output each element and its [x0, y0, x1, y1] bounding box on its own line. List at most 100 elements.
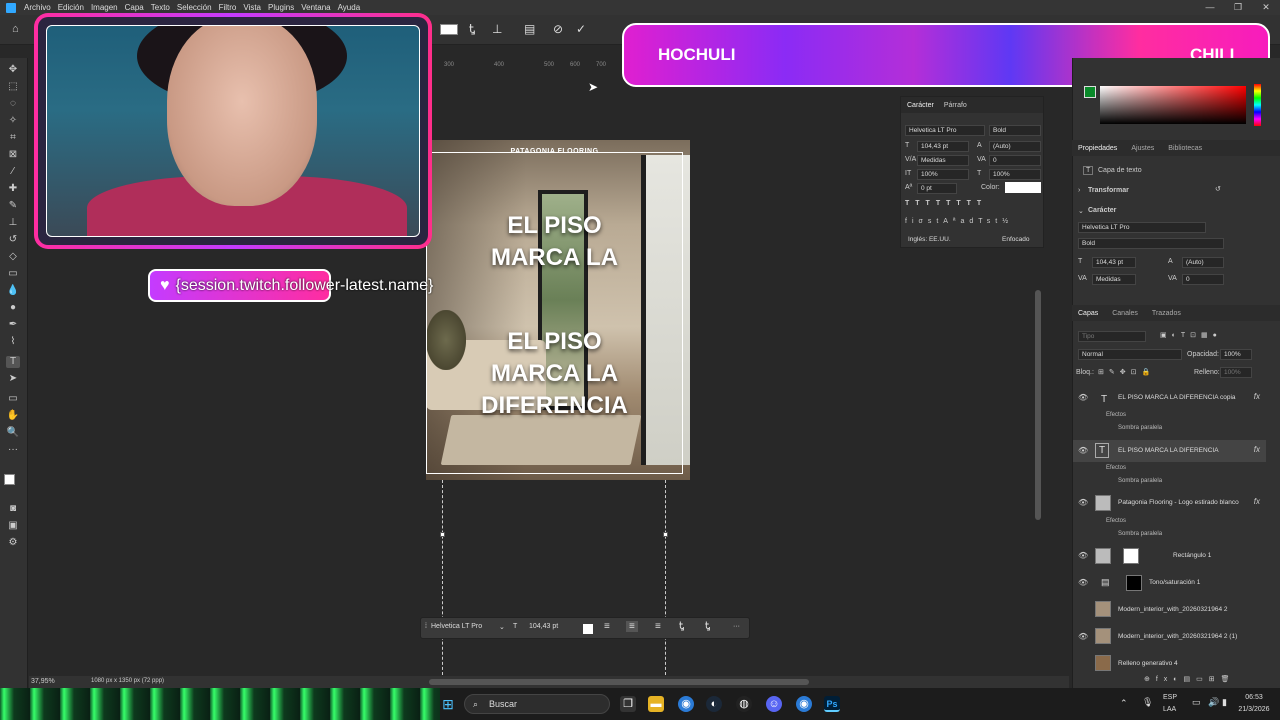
doc-text-line[interactable]: MARCA LA: [426, 242, 683, 274]
doc-text-line[interactable]: DIFERENCIA: [426, 390, 683, 422]
eraser-tool-icon[interactable]: ◇: [6, 251, 20, 263]
antialias-select[interactable]: Enfocado: [999, 235, 1043, 246]
zoom-tool-icon[interactable]: 🔍: [6, 427, 20, 439]
marquee-tool-icon[interactable]: ⬚: [6, 81, 20, 93]
quick-mask-icon[interactable]: ◙: [6, 503, 20, 515]
prop-tracking[interactable]: 0: [1182, 274, 1224, 285]
photoshop-taskbar-icon[interactable]: Ps: [824, 696, 840, 712]
dodge-tool-icon[interactable]: ●: [6, 302, 20, 314]
text-options-icon[interactable]: Ꮏ: [705, 621, 710, 632]
transform-section[interactable]: Transformar: [1088, 187, 1129, 194]
taskbar-search[interactable]: ⌕ Buscar: [464, 694, 610, 714]
tab-caracter[interactable]: Carácter: [907, 102, 934, 109]
eye-icon[interactable]: 👁: [1078, 578, 1088, 587]
photoshop-logo-icon[interactable]: [6, 2, 16, 13]
doc-text-line[interactable]: EL PISO: [426, 210, 683, 242]
transform-handle[interactable]: [663, 532, 668, 537]
task-view-icon[interactable]: ❐: [620, 696, 636, 712]
horizontal-scale-field[interactable]: 100%: [989, 169, 1041, 180]
layer-row[interactable]: Modern_interior_with_20260321964 2: [1073, 600, 1266, 620]
opacity-field[interactable]: 100%: [1220, 349, 1252, 360]
discord-icon[interactable]: ☺: [766, 696, 782, 712]
more-tools-icon[interactable]: ···: [6, 444, 20, 456]
layer-row[interactable]: 👁 Modern_interior_with_20260321964 2 (1): [1073, 627, 1266, 647]
move-tool-icon[interactable]: ✥: [6, 64, 20, 76]
crop-tool-icon[interactable]: ⌗: [6, 132, 20, 144]
layer-row[interactable]: 👁 Patagonia Flooring - Logo estirado bla…: [1073, 493, 1266, 513]
tab-capas[interactable]: Capas: [1078, 310, 1098, 317]
fill-field[interactable]: 100%: [1220, 367, 1252, 378]
chrome-icon[interactable]: ◉: [678, 696, 694, 712]
healing-brush-icon[interactable]: ✚: [6, 183, 20, 195]
kerning-field[interactable]: Medidas: [917, 155, 969, 166]
doc-text-line[interactable]: MARCA LA: [426, 358, 683, 390]
stamp-tool-icon[interactable]: ⊥: [6, 217, 20, 229]
pen-path-icon[interactable]: ⌇: [6, 336, 20, 348]
tab-ajustes[interactable]: Ajustes: [1131, 145, 1154, 152]
chevron-right-icon[interactable]: ›: [1078, 187, 1080, 194]
prop-font-style[interactable]: Bold: [1078, 238, 1224, 249]
cancel-icon[interactable]: ⊘: [553, 22, 563, 36]
close-icon[interactable]: ✕: [1252, 0, 1280, 15]
layer-row[interactable]: 👁 T EL PISO MARCA LA DIFERENCIA copia fx: [1073, 388, 1266, 408]
layer-actions-icons[interactable]: ⊕fx◐▤▭⊞🗑: [1144, 675, 1236, 683]
document-info[interactable]: 1080 px x 1350 px (72 ppp): [91, 678, 164, 684]
hue-slider[interactable]: [1254, 84, 1261, 126]
doc-text-line[interactable]: EL PISO: [426, 326, 683, 358]
battery-icon[interactable]: ▮: [1222, 697, 1227, 708]
warp-text-icon[interactable]: Ꮏ: [679, 621, 684, 632]
foreground-color-swatch[interactable]: [4, 474, 15, 485]
chevron-down-icon[interactable]: ⌄: [1078, 207, 1084, 215]
clock-date[interactable]: 21/3/2026: [1236, 706, 1272, 713]
layer-row[interactable]: 👁 ▤ Tono/saturación 1: [1073, 572, 1266, 594]
eye-icon[interactable]: 👁: [1078, 446, 1088, 455]
leading-field[interactable]: (Auto): [989, 141, 1041, 152]
history-brush-icon[interactable]: ↺: [6, 234, 20, 246]
panels-toggle-icon[interactable]: ▤: [524, 22, 535, 36]
menu-ventana[interactable]: Ventana: [301, 3, 330, 12]
network-icon[interactable]: ▭: [1192, 697, 1201, 708]
warp-text-icon[interactable]: Ꮏ: [469, 22, 476, 37]
type-tool-icon[interactable]: T: [6, 356, 20, 368]
character-section[interactable]: Carácter: [1088, 207, 1116, 214]
menu-seleccion[interactable]: Selección: [177, 3, 212, 12]
prop-leading[interactable]: (Auto): [1182, 257, 1224, 268]
align-left-icon[interactable]: ≡: [604, 621, 610, 632]
text-color-swatch[interactable]: [1005, 182, 1041, 193]
restore-icon[interactable]: ❐: [1224, 0, 1252, 15]
home-icon[interactable]: ⌂: [12, 23, 24, 35]
3d-text-icon[interactable]: ⊥: [492, 22, 502, 36]
settings-icon[interactable]: ⚙: [6, 537, 20, 549]
menu-vista[interactable]: Vista: [243, 3, 261, 12]
eyedropper-icon[interactable]: ⁄: [6, 166, 20, 178]
rectangle-tool-icon[interactable]: ▭: [6, 393, 20, 405]
fb-font-select[interactable]: Helvetica LT Pro: [431, 623, 482, 630]
fx-icon[interactable]: fx: [1254, 445, 1260, 454]
hand-tool-icon[interactable]: ✋: [6, 410, 20, 422]
tray-chevron-icon[interactable]: ⌃: [1120, 698, 1128, 709]
fx-icon[interactable]: fx: [1254, 497, 1260, 506]
check-icon[interactable]: ✓: [576, 22, 586, 36]
menu-texto[interactable]: Texto: [151, 3, 170, 12]
text-style-buttons[interactable]: TTTTTTTT: [905, 200, 987, 207]
horizontal-scrollbar[interactable]: [429, 679, 809, 685]
clock-time[interactable]: 06:53: [1236, 694, 1272, 701]
text-bounding-box[interactable]: [426, 152, 683, 474]
blur-tool-icon[interactable]: 💧: [6, 285, 20, 297]
menu-plugins[interactable]: Plugins: [268, 3, 294, 12]
baseline-field[interactable]: 0 pt: [917, 183, 957, 194]
fb-size-select[interactable]: 104,43 pt: [529, 623, 558, 630]
menu-edicion[interactable]: Edición: [58, 3, 84, 12]
file-explorer-icon[interactable]: ▬: [648, 696, 664, 712]
prop-kerning[interactable]: Medidas: [1092, 274, 1136, 285]
prop-font-family[interactable]: Helvetica LT Pro: [1078, 222, 1206, 233]
fb-color-swatch[interactable]: [583, 624, 593, 634]
minimize-icon[interactable]: —: [1196, 0, 1224, 15]
more-options-icon[interactable]: ···: [733, 623, 740, 630]
eye-icon[interactable]: 👁: [1078, 551, 1088, 560]
menu-archivo[interactable]: Archivo: [24, 3, 51, 12]
steam-icon[interactable]: ◐: [706, 696, 722, 712]
menu-capa[interactable]: Capa: [125, 3, 144, 12]
language-top[interactable]: ESP: [1163, 694, 1177, 701]
color-picker-field[interactable]: [1100, 86, 1246, 124]
